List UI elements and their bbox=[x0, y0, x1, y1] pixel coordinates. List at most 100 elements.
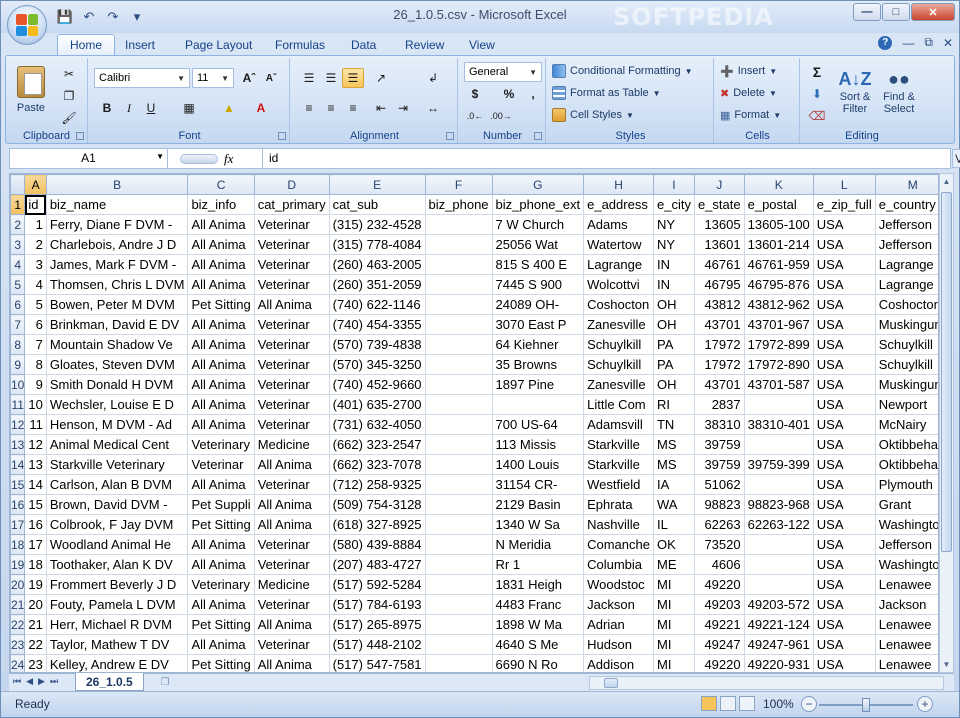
cell[interactable]: All Anima bbox=[187, 634, 255, 655]
cell[interactable]: 43812 bbox=[693, 294, 745, 315]
cell[interactable]: USA bbox=[812, 434, 876, 455]
cell[interactable]: id bbox=[24, 194, 47, 215]
cell[interactable] bbox=[424, 254, 493, 275]
cell[interactable]: 5 bbox=[24, 294, 47, 315]
cell[interactable]: Lenawee bbox=[874, 634, 938, 655]
cell[interactable]: 3070 East P bbox=[491, 314, 585, 335]
row-header[interactable]: 9 bbox=[10, 354, 26, 375]
cell[interactable]: All Anima bbox=[187, 554, 255, 575]
cell[interactable]: Lenawee bbox=[874, 654, 938, 672]
cell[interactable]: Smith Donald H DVM bbox=[45, 374, 189, 395]
cell[interactable]: 46795 bbox=[693, 274, 745, 295]
cell[interactable]: All Anima bbox=[187, 234, 255, 255]
cell[interactable]: USA bbox=[812, 614, 876, 635]
cell[interactable]: USA bbox=[812, 414, 876, 435]
cell[interactable]: Fouty, Pamela L DVM bbox=[45, 594, 189, 615]
cell[interactable]: Henson, M DVM - Ad bbox=[45, 414, 189, 435]
shrink-font-icon[interactable]: Aˇ bbox=[260, 68, 282, 88]
row-header[interactable]: 17 bbox=[10, 514, 26, 535]
cell[interactable]: 12 bbox=[24, 434, 47, 455]
cell[interactable]: Lenawee bbox=[874, 614, 938, 635]
cell[interactable]: Columbia bbox=[583, 554, 654, 575]
row-header[interactable]: 21 bbox=[10, 594, 26, 615]
cell[interactable]: OH bbox=[652, 314, 695, 335]
cell[interactable]: Gloates, Steven DVM bbox=[45, 354, 189, 375]
select-all-corner[interactable] bbox=[10, 174, 26, 195]
align-center-icon[interactable]: ≡ bbox=[320, 98, 342, 118]
cell[interactable]: All Anima bbox=[187, 274, 255, 295]
cell[interactable]: cat_primary bbox=[253, 194, 330, 215]
cell[interactable]: e_city bbox=[652, 194, 695, 215]
column-header[interactable]: C bbox=[187, 174, 255, 195]
column-header[interactable]: J bbox=[693, 174, 745, 195]
cell[interactable]: Pet Suppli bbox=[187, 494, 255, 515]
cell[interactable]: All Anima bbox=[253, 514, 330, 535]
cell[interactable]: Jefferson bbox=[874, 214, 938, 235]
cell[interactable]: (662) 323-2547 bbox=[328, 434, 426, 455]
format-cells-button[interactable]: ▦ Format ▼ bbox=[720, 106, 781, 124]
cell[interactable]: 46761-959 bbox=[743, 254, 814, 275]
cell[interactable]: (315) 778-4084 bbox=[328, 234, 426, 255]
cell[interactable]: Schuylkill bbox=[583, 334, 654, 355]
cell[interactable]: 64 Kiehner bbox=[491, 334, 585, 355]
cell[interactable] bbox=[424, 234, 493, 255]
cell[interactable]: Frommert Beverly J D bbox=[45, 574, 189, 595]
row-header[interactable]: 18 bbox=[10, 534, 26, 555]
orientation-icon[interactable]: ↗ bbox=[370, 68, 392, 88]
number-launcher-icon[interactable] bbox=[534, 132, 542, 140]
cell[interactable]: e_address bbox=[583, 194, 654, 215]
normal-view-icon[interactable] bbox=[701, 696, 717, 711]
cell[interactable]: e_state bbox=[693, 194, 745, 215]
cell[interactable]: 14 bbox=[24, 474, 47, 495]
cell[interactable]: Little Com bbox=[583, 394, 654, 415]
column-header[interactable]: H bbox=[583, 174, 654, 195]
cell[interactable]: 1898 W Ma bbox=[491, 614, 585, 635]
copy-icon[interactable]: ❐ bbox=[58, 86, 80, 106]
horizontal-scroll-thumb[interactable] bbox=[604, 678, 618, 688]
cell[interactable]: 1400 Louis bbox=[491, 454, 585, 475]
cell[interactable]: 35 Browns bbox=[491, 354, 585, 375]
bold-button[interactable]: B bbox=[96, 98, 118, 118]
cell[interactable] bbox=[743, 474, 814, 495]
cell[interactable]: USA bbox=[812, 214, 876, 235]
cell[interactable]: Herr, Michael R DVM bbox=[45, 614, 189, 635]
cell[interactable] bbox=[743, 434, 814, 455]
cell[interactable] bbox=[424, 454, 493, 475]
formula-bar-handle-icon[interactable] bbox=[180, 153, 218, 164]
cell[interactable]: MI bbox=[652, 574, 695, 595]
row-header[interactable]: 4 bbox=[10, 254, 26, 275]
cell[interactable]: USA bbox=[812, 374, 876, 395]
cell[interactable]: 49220 bbox=[693, 574, 745, 595]
cell[interactable]: 3 bbox=[24, 254, 47, 275]
cell[interactable]: Veterinar bbox=[253, 634, 330, 655]
cell[interactable]: e_postal bbox=[743, 194, 814, 215]
row-header[interactable]: 6 bbox=[10, 294, 26, 315]
cell[interactable]: 43701-967 bbox=[743, 314, 814, 335]
cell[interactable]: (260) 463-2005 bbox=[328, 254, 426, 275]
column-header[interactable]: L bbox=[812, 174, 876, 195]
cell[interactable]: WA bbox=[652, 494, 695, 515]
name-box[interactable]: A1 ▼ bbox=[10, 149, 168, 168]
cell[interactable] bbox=[424, 634, 493, 655]
font-size-combo[interactable]: 11 ▼ bbox=[192, 68, 234, 88]
cell[interactable]: 17972-899 bbox=[743, 334, 814, 355]
cell[interactable]: 7 bbox=[24, 334, 47, 355]
cell[interactable]: 6690 N Ro bbox=[491, 654, 585, 672]
row-header[interactable]: 1 bbox=[10, 194, 26, 215]
cell[interactable]: 49221-124 bbox=[743, 614, 814, 635]
percent-button[interactable]: % bbox=[498, 84, 520, 104]
cell[interactable]: Veterinar bbox=[253, 554, 330, 575]
cell[interactable]: IN bbox=[652, 254, 695, 275]
cell[interactable]: Veterinar bbox=[187, 454, 255, 475]
column-header[interactable]: G bbox=[491, 174, 585, 195]
cell[interactable]: 17972 bbox=[693, 354, 745, 375]
cell[interactable]: 22 bbox=[24, 634, 47, 655]
tab-home[interactable]: Home bbox=[57, 34, 116, 56]
cell[interactable]: USA bbox=[812, 454, 876, 475]
row-header[interactable]: 22 bbox=[10, 614, 26, 635]
cell[interactable]: OK bbox=[652, 534, 695, 555]
office-button[interactable] bbox=[7, 5, 47, 45]
cell[interactable]: Jefferson bbox=[874, 534, 938, 555]
cell[interactable]: USA bbox=[812, 394, 876, 415]
cell[interactable] bbox=[424, 554, 493, 575]
